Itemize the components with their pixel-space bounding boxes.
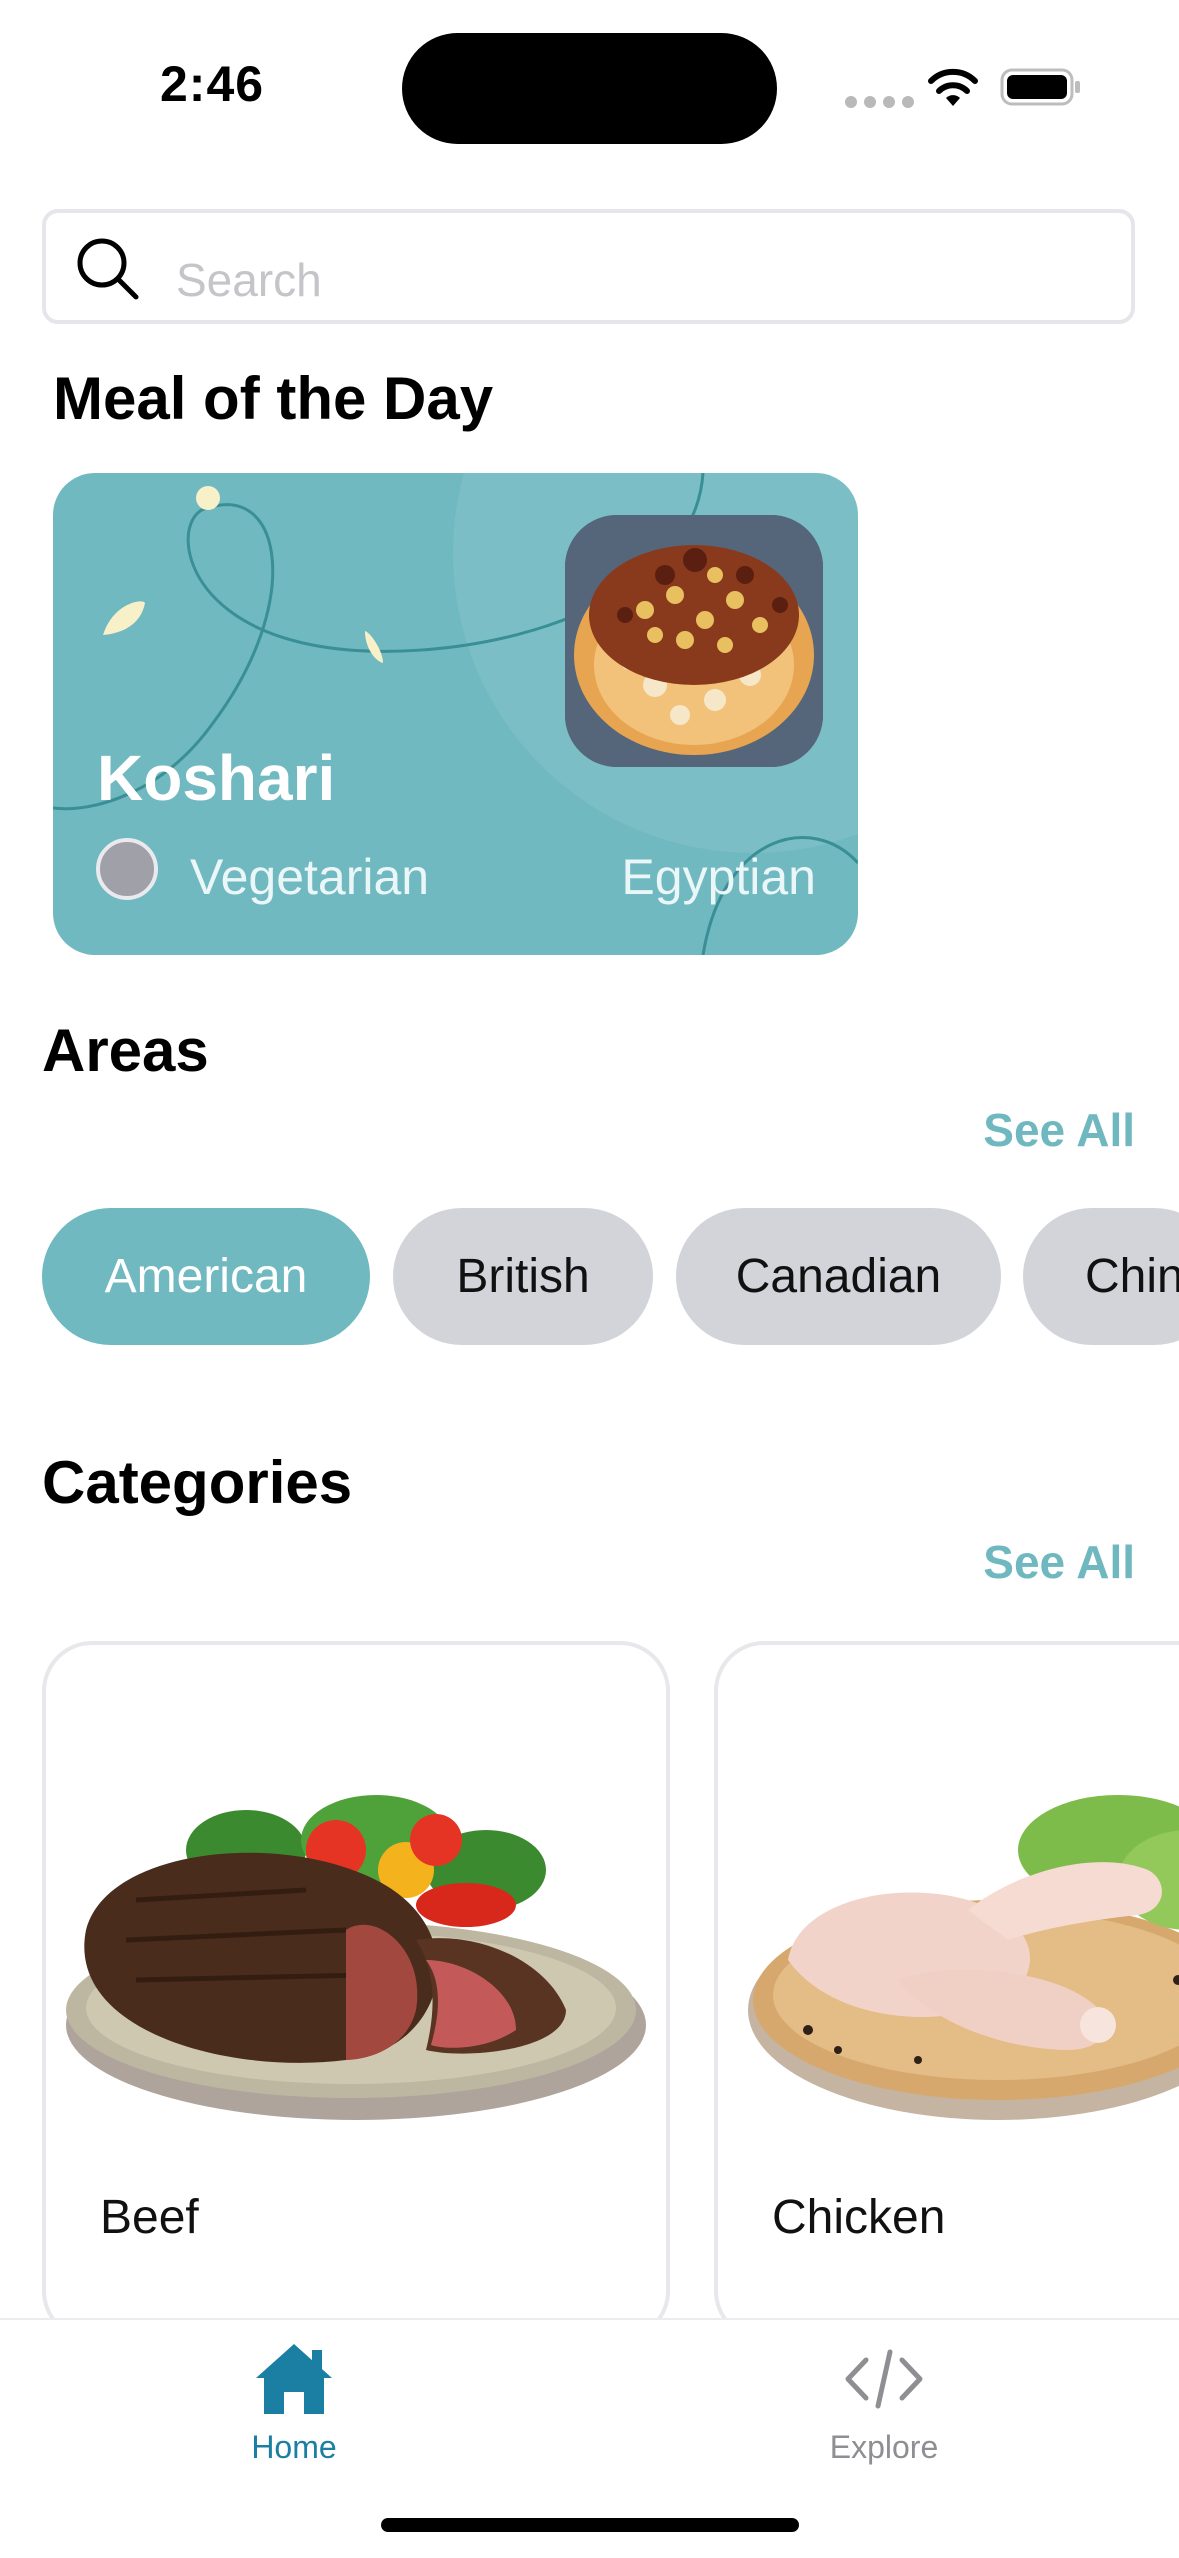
area-chip-american[interactable]: American — [42, 1208, 370, 1345]
search-icon — [77, 238, 139, 300]
code-icon — [845, 2349, 923, 2409]
beef-image — [66, 1795, 646, 2120]
meal-image — [565, 515, 823, 767]
categories-heading: Categories — [42, 1449, 353, 1516]
areas-heading: Areas — [42, 1017, 209, 1084]
tab-explore[interactable]: Explore — [784, 2340, 984, 2466]
category-card-chicken[interactable]: Chicken — [714, 1641, 1179, 2341]
meal-diet-label: Vegetarian — [190, 849, 430, 905]
dynamic-island — [402, 33, 777, 144]
area-chip-chinese[interactable]: Chin — [1023, 1208, 1179, 1345]
category-label: Chicken — [772, 2191, 946, 2244]
meal-area-label: Egyptian — [621, 849, 816, 905]
search-placeholder: Search — [176, 254, 322, 306]
battery-icon — [1000, 68, 1080, 106]
meal-of-day-card[interactable]: Koshari Vegetarian Egyptian — [53, 473, 858, 955]
search-input[interactable]: Search — [42, 209, 1135, 324]
meal-name: Koshari — [97, 742, 336, 814]
categories-see-all-link[interactable]: See All — [983, 1535, 1135, 1589]
chicken-image — [748, 1795, 1179, 2120]
vegetarian-indicator — [96, 838, 158, 900]
house-icon — [256, 2344, 332, 2414]
wifi-icon — [928, 68, 978, 106]
category-label: Beef — [100, 2191, 199, 2244]
category-card-beef[interactable]: Beef — [42, 1641, 670, 2341]
tab-home-label: Home — [251, 2429, 337, 2465]
meal-of-day-heading: Meal of the Day — [53, 365, 494, 432]
tab-home[interactable]: Home — [194, 2340, 394, 2466]
area-chip-canadian[interactable]: Canadian — [676, 1208, 1001, 1345]
home-indicator — [381, 2518, 799, 2532]
areas-see-all-link[interactable]: See All — [983, 1103, 1135, 1157]
tab-explore-label: Explore — [829, 2429, 939, 2465]
status-time: 2:46 — [160, 56, 265, 112]
area-chip-british[interactable]: British — [393, 1208, 653, 1345]
cellular-signal-icon — [845, 96, 914, 108]
